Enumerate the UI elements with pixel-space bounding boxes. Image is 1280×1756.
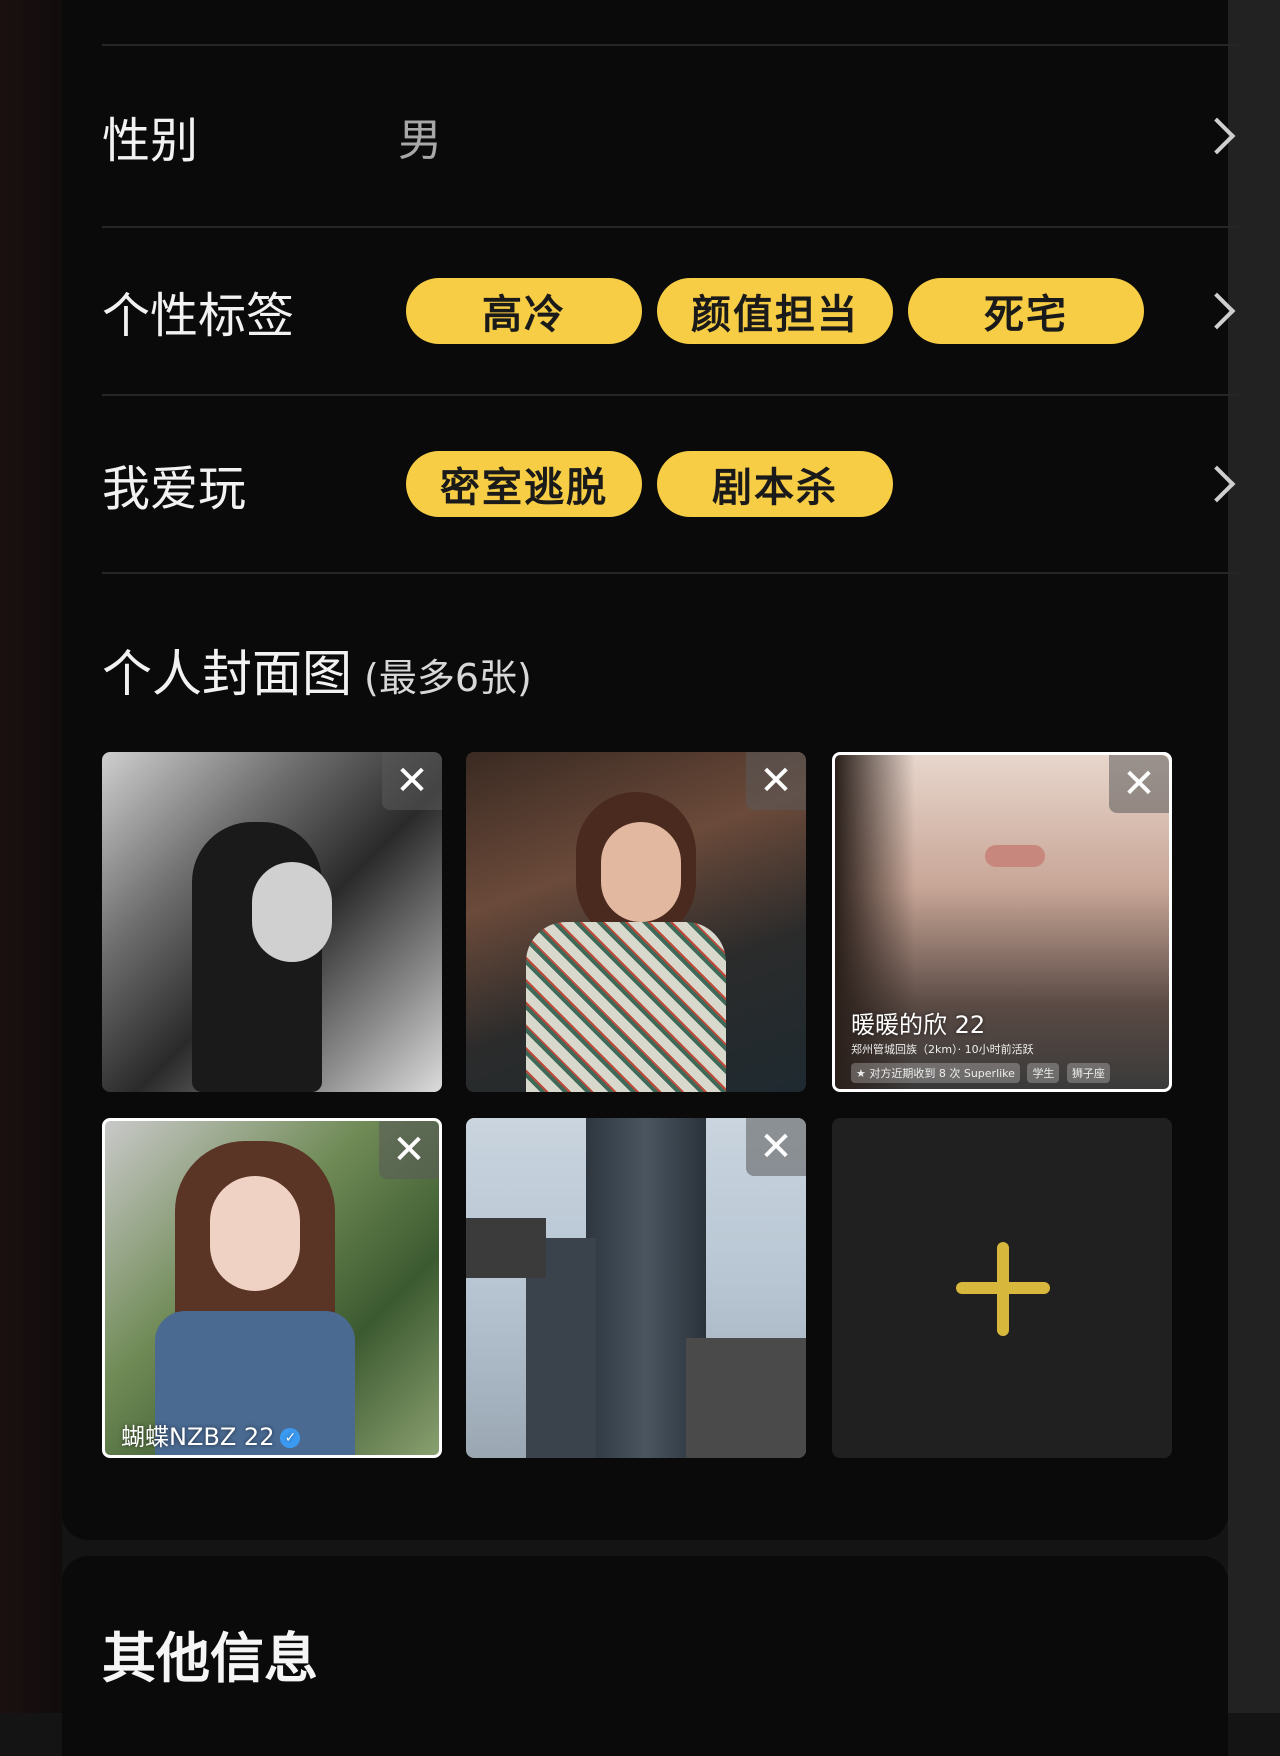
cover-photo[interactable]: ✕ [102,752,442,1092]
photo-face [601,822,681,922]
hobbies-row[interactable]: 我爱玩 密室逃脱 剧本杀 [102,396,1240,572]
tag-chip[interactable]: 死宅 [908,278,1144,344]
cover-section-title: 个人封面图 (最多6张) [102,634,532,706]
remove-photo-button[interactable]: ✕ [382,752,442,810]
tag-chip[interactable]: 高冷 [406,278,642,344]
personality-tags-row[interactable]: 个性标签 高冷 颜值担当 死宅 [102,228,1240,394]
hobby-chip[interactable]: 剧本杀 [657,451,893,517]
superlike-badge: ★ 对方近期收到 8 次 Superlike [851,1063,1020,1083]
background-left [0,0,62,1713]
chevron-right-icon [1198,117,1236,155]
personality-tags-list: 高冷 颜值担当 死宅 [406,278,1144,344]
tag-chip[interactable]: 颜值担当 [657,278,893,344]
photo-bridge [466,1218,546,1278]
hobbies-label: 我爱玩 [102,461,247,517]
cover-limit-note: (最多6张) [364,656,532,700]
hobby-chip[interactable]: 密室逃脱 [406,451,642,517]
photo-face [252,862,332,962]
divider [102,572,1240,574]
chevron-right-icon [1198,292,1236,330]
photo-overlay-name: 蝴蝶NZBZ 22 ✓ [121,1417,301,1452]
zodiac-badge: 狮子座 [1066,1063,1110,1083]
cover-photo[interactable]: 蝴蝶NZBZ 22 ✓ ✕ [102,1118,442,1458]
remove-photo-button[interactable]: ✕ [1109,755,1169,813]
hobbies-tags-list: 密室逃脱 剧本杀 [406,451,893,517]
verified-icon: ✓ [280,1428,301,1448]
photo-overlay-location: 郑州管城回族（2km）· 10小时前活跃 [851,1043,1034,1056]
photo-overlay-badges: ★ 对方近期收到 8 次 Superlike 学生 狮子座 [851,1063,1114,1083]
gender-row[interactable]: 性别 男 [102,46,1240,226]
student-badge: 学生 [1027,1063,1060,1083]
photo-dress [526,922,726,1092]
profile-edit-card: 性别 男 个性标签 高冷 颜值担当 死宅 我爱玩 密室逃脱 剧本杀 个人封面图 (… [62,0,1240,1540]
add-photo-button[interactable] [832,1118,1172,1458]
remove-photo-button[interactable]: ✕ [746,1118,806,1176]
photo-lowrise [686,1338,806,1458]
other-info-card: 其他信息 [62,1556,1228,1756]
cover-photo[interactable]: 暖暖的欣 22 郑州管城回族（2km）· 10小时前活跃 ★ 对方近期收到 8 … [832,752,1172,1092]
plus-icon-vertical [997,1242,1009,1336]
cover-title: 个人封面图 [102,645,352,703]
cover-photo[interactable]: ✕ [466,1118,806,1458]
photo-lips [985,845,1045,867]
remove-photo-button[interactable]: ✕ [746,752,806,810]
cover-photo[interactable]: ✕ [466,752,806,1092]
gender-label: 性别 [102,113,199,169]
photo-overlay-name-text: 蝴蝶NZBZ 22 [121,1423,275,1451]
gender-value: 男 [398,115,442,166]
personality-tags-label: 个性标签 [102,288,295,344]
photo-overlay-name: 暖暖的欣 22 [851,1011,986,1039]
chevron-right-icon [1198,465,1236,503]
other-info-title: 其他信息 [102,1627,318,1690]
photo-face [210,1176,300,1291]
remove-photo-button[interactable]: ✕ [379,1121,439,1179]
